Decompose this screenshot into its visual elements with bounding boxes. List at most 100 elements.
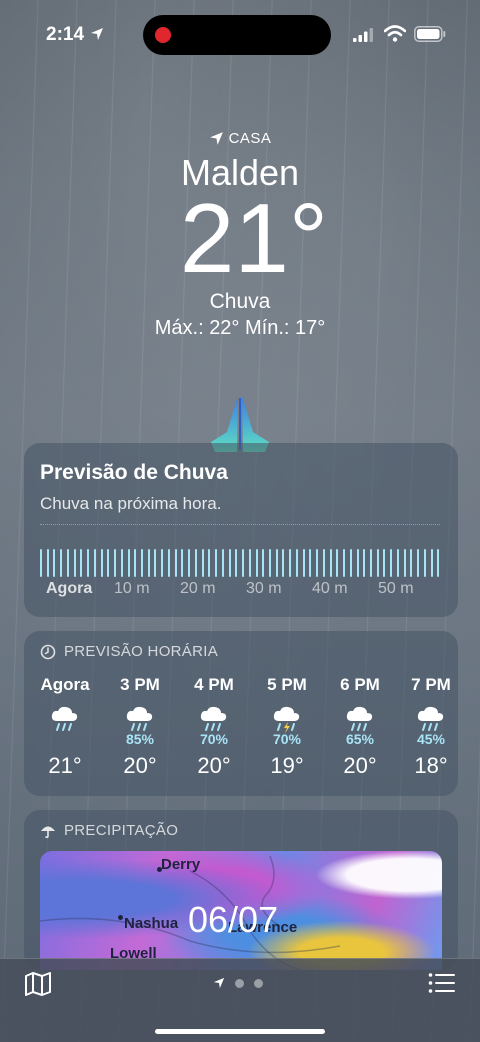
hour-temperature: 19° [270,753,304,778]
list-icon[interactable] [428,972,456,994]
rain-bar [390,549,393,577]
location-label: CASA [0,128,480,148]
hour-item[interactable]: 3 PM 85% 20° [104,675,176,779]
precip-chance: 45% [416,731,446,747]
rain-bar [383,549,386,577]
rain-bar [309,549,312,577]
hour-item[interactable]: 7 PM 45% 18° [395,675,467,779]
weather-header: CASA Malden 21° Chuva Máx.: 22° Mín.: 17… [0,128,480,340]
tick-label: 40 m [312,580,348,597]
hour-temperature: 21° [48,753,82,778]
rain-bar [275,549,278,577]
umbrella-icon [41,826,55,838]
rain-bar [268,549,271,577]
rain-bar [228,549,231,577]
rain-bar [53,549,56,577]
precipitation-header: PRECIPITAÇÃO [40,822,178,839]
intensity-guide-line [40,524,440,525]
rain-bar [423,549,426,577]
rain-bar [329,549,332,577]
rain-bar [80,549,83,577]
hour-temperature: 18° [414,753,448,778]
rain-bar [100,549,103,577]
cellular-signal-icon [353,28,373,42]
hour-item[interactable]: 4 PM 70% 20° [178,675,250,779]
rain-bar [120,549,123,577]
hour-item[interactable]: 5 PM 70% 19° [251,675,323,779]
precip-chance: 70% [199,731,229,747]
page-indicator[interactable] [213,977,263,989]
precipitation-title: PRECIPITAÇÃO [64,822,179,839]
wifi-icon [384,25,406,42]
rain-bar [235,549,238,577]
thunderstorm-icon [273,706,300,733]
hour-label: 4 PM [194,675,234,694]
rain-bar [343,549,346,577]
rain-icon [346,706,373,731]
rain-forecast-subtitle: Chuva na próxima hora. [40,494,222,513]
hourly-forecast-card[interactable]: PREVISÃO HORÁRIA Agora 21° 3 PM 85% 20° … [24,631,458,796]
recording-indicator-icon [155,27,171,43]
rain-bar [167,549,170,577]
hour-label: 5 PM [267,675,307,694]
precip-chance: 85% [125,731,155,747]
rain-bar [147,549,150,577]
rain-bar [363,549,366,577]
precipitation-card[interactable]: PRECIPITAÇÃO Derry Nashua Lawrence Lowel… [24,810,458,970]
rain-bar [46,549,49,577]
hour-temperature: 20° [343,753,377,778]
rain-bar [141,549,144,577]
status-bar: 2:14 [0,0,480,70]
rain-bar [410,549,413,577]
rain-bar [295,549,298,577]
bottom-toolbar [0,958,480,1042]
rain-icon [200,706,227,731]
rain-bar [242,549,245,577]
rain-bar [322,549,325,577]
rain-bar [201,549,204,577]
tick-label: 30 m [246,580,282,597]
hourly-forecast-title: PREVISÃO HORÁRIA [64,643,219,660]
rain-bar [154,549,157,577]
rain-time-axis: Agora 10 m 20 m 30 m 40 m 50 m [46,580,446,604]
clock-icon [40,644,56,659]
hour-item[interactable]: Agora 21° [29,675,101,779]
rain-bar [349,549,352,577]
place-label: Nashua [124,915,179,932]
rain-bar [194,549,197,577]
precipitation-map[interactable]: Derry Nashua Lawrence Lowell 06/07 [40,851,442,970]
hourly-forecast-list[interactable]: Agora 21° 3 PM 85% 20° 4 PM 70% 20° 5 PM… [24,675,458,790]
rain-bar [376,549,379,577]
map-icon[interactable] [24,971,52,997]
rain-bar [302,549,305,577]
current-temperature: 21° [179,183,329,293]
rain-bar [134,549,137,577]
location-arrow-icon [91,28,103,40]
location-arrow-icon [209,131,223,145]
hour-label: Agora [40,675,90,694]
high-low-temperature: Máx.: 22° Mín.: 17° [154,317,326,339]
rain-bar [336,549,339,577]
rain-bar [93,549,96,577]
rain-bar [396,549,399,577]
rain-bar [221,549,224,577]
tick-label: 50 m [378,580,414,597]
rain-bar [248,549,251,577]
rain-bar [60,549,63,577]
current-condition: Chuva [209,290,271,313]
rain-bar [289,549,292,577]
rain-bar [215,549,218,577]
home-label-text: CASA [228,129,272,147]
map-date: 06/07 [188,899,279,940]
page-dot [235,978,244,988]
hour-item[interactable]: 6 PM 65% 20° [324,675,396,779]
home-indicator[interactable] [155,1029,325,1034]
tick-label: Agora [46,580,93,597]
rain-bar [356,549,359,577]
rain-forecast-title: Previsão de Chuva [40,461,228,484]
rain-bar [369,549,372,577]
hour-temperature: 20° [123,753,157,778]
status-time: 2:14 [46,24,85,45]
place-marker [118,915,123,920]
rain-forecast-card[interactable]: Previsão de Chuva Chuva na próxima hora.… [24,443,458,617]
